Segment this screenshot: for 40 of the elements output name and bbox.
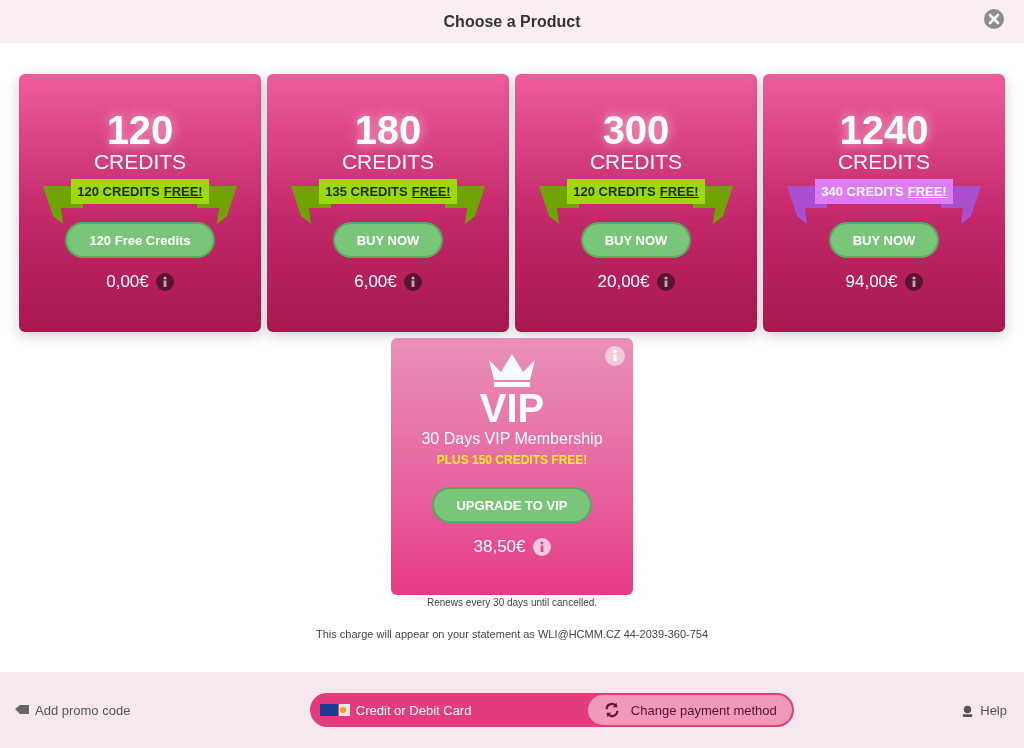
credit-unit: CREDITS	[341, 150, 435, 174]
bonus-text: 120 CREDITS	[77, 184, 160, 199]
free-link[interactable]: FREE!	[659, 184, 699, 199]
price: 20,00€	[597, 272, 650, 292]
free-link[interactable]: FREE!	[163, 184, 203, 199]
price: 38,50€	[473, 537, 526, 557]
help-link[interactable]: Help	[961, 702, 1007, 718]
price: 6,00€	[354, 272, 397, 292]
dialog-title: Choose a Product	[443, 12, 581, 31]
crown-icon	[487, 352, 537, 388]
info-icon[interactable]	[904, 273, 923, 291]
bonus-text: 120 CREDITS	[573, 184, 656, 199]
credit-amount: 300	[602, 110, 670, 150]
free-link[interactable]: FREE!	[411, 184, 451, 199]
info-icon[interactable]	[403, 273, 422, 291]
info-icon[interactable]	[532, 538, 551, 556]
price: 0,00€	[106, 272, 149, 292]
card-logos-icon	[319, 703, 350, 717]
vip-title: VIP	[479, 388, 545, 428]
credit-unit: CREDITS	[589, 150, 683, 174]
vip-subtitle: 30 Days VIP Membership	[421, 430, 603, 448]
credit-amount: 120	[106, 110, 174, 150]
info-icon[interactable]	[155, 273, 174, 291]
info-icon[interactable]	[656, 273, 675, 291]
statement-note: This charge will appear on your statement as WLI@HCMM.CZ 44-2039-360-754	[315, 628, 709, 640]
credit-unit: CREDITS	[837, 150, 931, 174]
change-payment-button[interactable]: Change payment method	[587, 695, 792, 725]
promo-link[interactable]: Add promo code	[15, 702, 131, 718]
payment-method: Credit or Debit Card	[355, 702, 473, 718]
bonus-text: 135 CREDITS	[325, 184, 408, 199]
credit-amount: 1240	[839, 110, 929, 150]
credit-unit: CREDITS	[93, 150, 187, 174]
support-icon	[961, 703, 975, 717]
credit-amount: 180	[354, 110, 422, 150]
bonus-text: 340 CREDITS	[821, 184, 904, 199]
vip-bonus-text: PLUS 150 CREDITS FREE!	[436, 453, 588, 467]
renewal-note: Renews every 30 days until cancelled.	[426, 597, 598, 608]
tag-icon	[15, 705, 29, 715]
close-icon[interactable]	[983, 8, 1005, 30]
price: 94,00€	[845, 272, 898, 292]
